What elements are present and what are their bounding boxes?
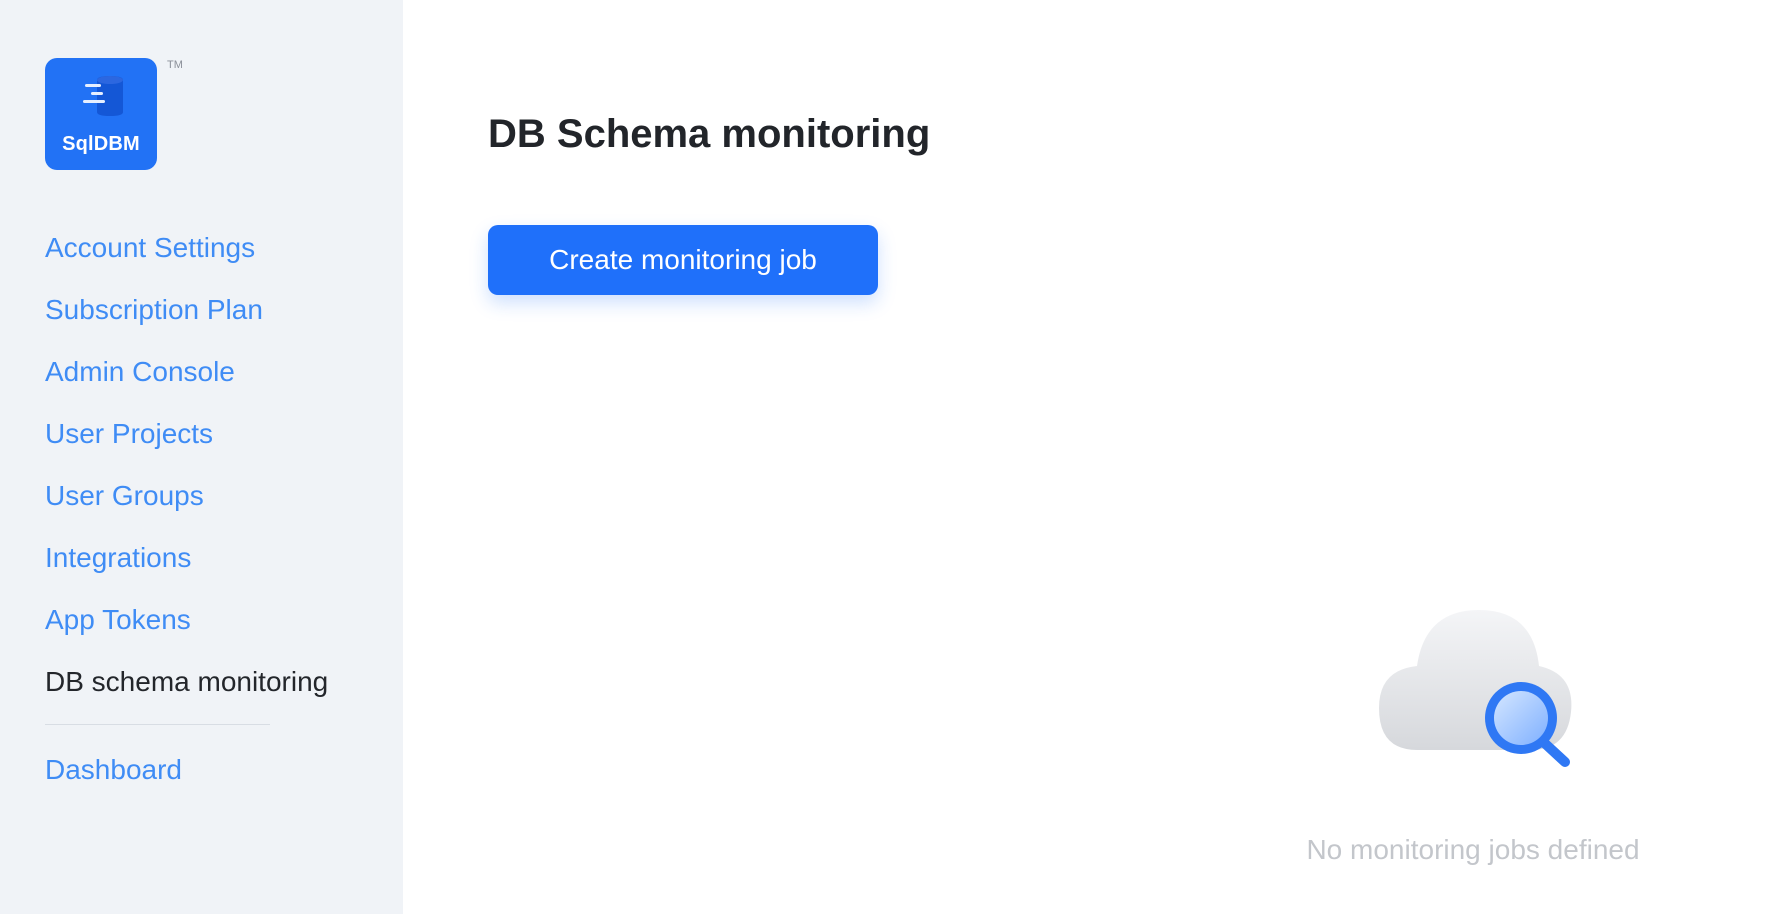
page-title: DB Schema monitoring: [488, 112, 931, 156]
cloud-search-icon: [1379, 610, 1572, 767]
sidebar-item-integrations[interactable]: Integrations: [45, 536, 328, 598]
app-window: SqlDBM TM Account Settings Subscription …: [0, 0, 1790, 914]
sidebar-item-app-tokens[interactable]: App Tokens: [45, 598, 328, 660]
database-logo-icon: [83, 76, 123, 116]
sidebar-item-user-projects[interactable]: User Projects: [45, 412, 328, 474]
sidebar-divider: [45, 724, 270, 725]
logo-text: SqlDBM: [62, 133, 140, 155]
sidebar-item-db-schema-monitoring[interactable]: DB schema monitoring: [45, 660, 328, 722]
trademark-mark: TM: [167, 59, 183, 71]
sidebar: SqlDBM TM Account Settings Subscription …: [0, 0, 403, 914]
sidebar-item-dashboard[interactable]: Dashboard: [45, 748, 182, 792]
create-monitoring-job-button[interactable]: Create monitoring job: [488, 225, 878, 295]
sidebar-item-account-settings[interactable]: Account Settings: [45, 226, 328, 288]
empty-state-message: No monitoring jobs defined: [1306, 834, 1640, 865]
sidebar-item-admin-console[interactable]: Admin Console: [45, 350, 328, 412]
sidebar-item-subscription-plan[interactable]: Subscription Plan: [45, 288, 328, 350]
empty-state: No monitoring jobs defined: [1273, 608, 1673, 868]
sidebar-item-user-groups[interactable]: User Groups: [45, 474, 328, 536]
main-content: DB Schema monitoring Create monitoring j…: [403, 0, 1790, 914]
sqldbm-logo[interactable]: SqlDBM: [45, 58, 157, 170]
sidebar-nav: Account Settings Subscription Plan Admin…: [45, 226, 328, 722]
